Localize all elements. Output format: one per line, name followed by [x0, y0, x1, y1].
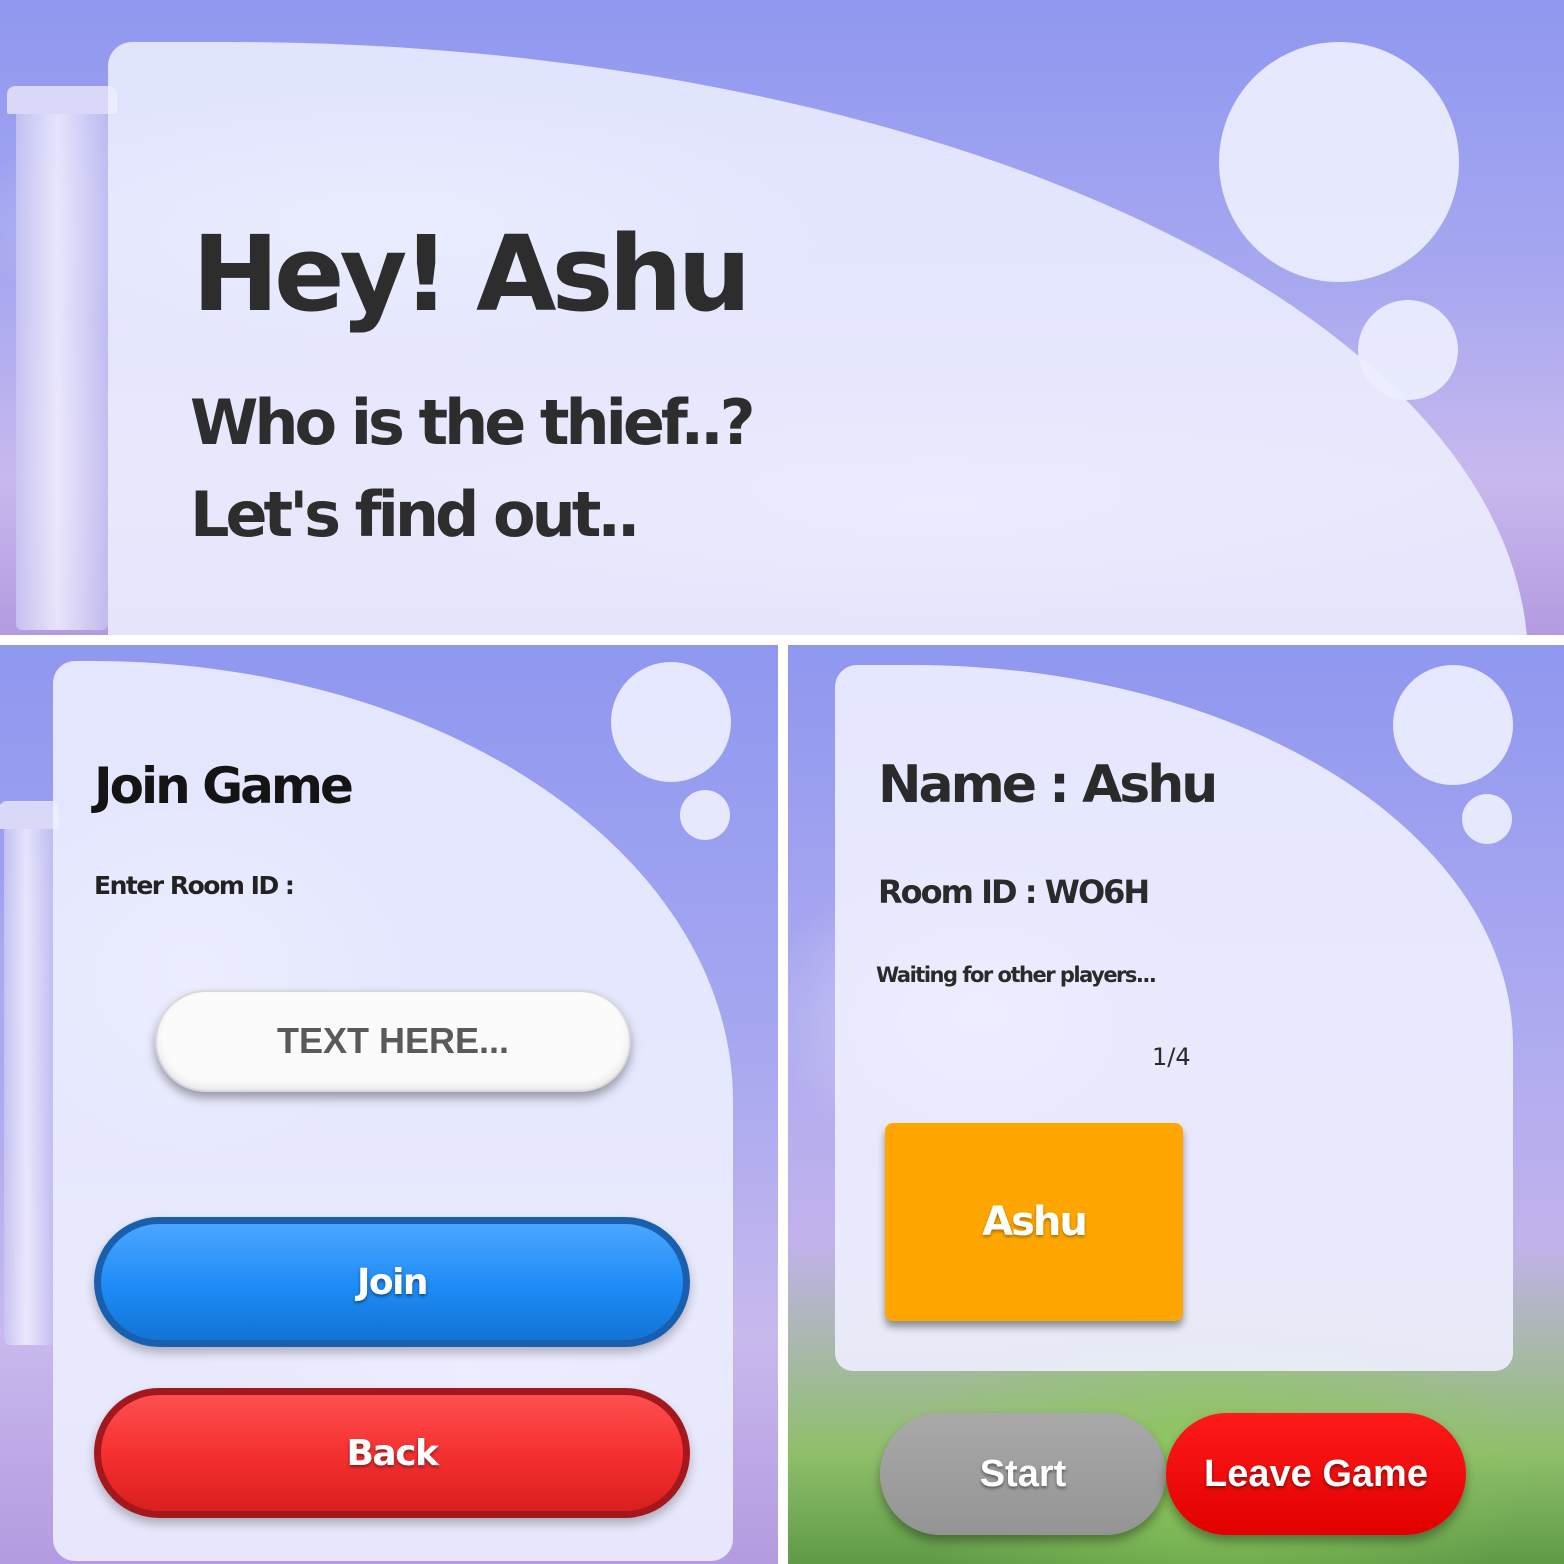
player-name-heading: Name : Ashu — [878, 755, 1218, 815]
player-card: Ashu — [885, 1123, 1183, 1321]
back-button[interactable]: Back — [94, 1388, 690, 1518]
join-game-screen: Join Game Enter Room ID : Join Back — [0, 645, 778, 1564]
small-bubble-decoration — [1358, 300, 1458, 400]
castle-tower-image — [0, 801, 59, 1345]
large-bubble-decoration — [1219, 42, 1459, 282]
leave-game-button[interactable]: Leave Game — [1166, 1413, 1466, 1535]
large-bubble-decoration — [611, 662, 731, 782]
room-id-label: Enter Room ID : — [94, 871, 295, 900]
waiting-status-text: Waiting for other players... — [876, 963, 1157, 987]
room-id-input[interactable] — [155, 990, 631, 1092]
small-bubble-decoration — [680, 790, 730, 840]
small-bubble-decoration — [1462, 794, 1512, 844]
tagline-line-2: Let's find out.. — [190, 478, 640, 551]
join-game-title: Join Game — [94, 757, 354, 815]
lobby-screen: Name : Ashu Room ID : WO6H Waiting for o… — [788, 645, 1564, 1564]
welcome-screen: Hey! Ashu Who is the thief..? Let's find… — [0, 0, 1564, 635]
large-bubble-decoration — [1393, 665, 1513, 785]
castle-tower-image — [6, 86, 118, 630]
greeting-heading: Hey! Ashu — [192, 213, 751, 335]
start-button[interactable]: Start — [880, 1413, 1166, 1535]
leave-game-button-label: Leave Game — [1204, 1452, 1428, 1495]
back-button-label: Back — [346, 1432, 439, 1474]
tagline-line-1: Who is the thief..? — [190, 386, 756, 459]
join-button[interactable]: Join — [94, 1217, 690, 1347]
join-button-label: Join — [356, 1261, 429, 1303]
player-count: 1/4 — [1152, 1043, 1191, 1071]
start-button-label: Start — [979, 1452, 1067, 1495]
room-id-display: Room ID : WO6H — [878, 873, 1150, 911]
